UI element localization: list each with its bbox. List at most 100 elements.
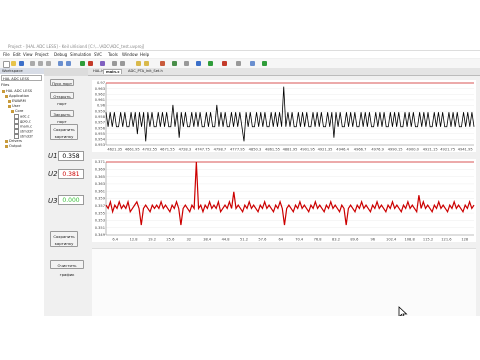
y-tick-label: 0.349 [95,233,106,237]
save-image-button-2[interactable]: Сохранить картинку [50,231,78,247]
breakpoint-icon[interactable] [160,61,165,66]
x-tick-label: 4966.7 [354,148,367,152]
undo-icon[interactable] [58,61,63,66]
y-tick-label: 0.363 [95,182,105,186]
bookmark-next-icon[interactable] [144,61,149,66]
download-icon[interactable] [208,61,213,66]
u1-value: 0.358 [58,151,84,161]
tree-item[interactable]: Drivers [5,139,22,143]
y-tick-label: 0.96 [97,104,106,108]
y-tick-label: 0.961 [95,98,105,102]
side-strip [44,68,88,76]
cut-icon[interactable] [30,61,35,66]
x-tick-label: 4671.55 [160,148,175,152]
x-tick-label: 4798.7 [214,148,227,152]
menu-file[interactable]: File [3,52,10,57]
options-icon[interactable] [236,61,241,66]
u2-label: U2 [48,170,58,178]
y-tick-label: 0.957 [95,121,105,125]
clear-graph-button[interactable]: Очистить график [50,260,84,277]
x-tick-label: 76.8 [314,238,323,242]
debug-icon[interactable] [100,61,105,66]
y-tick-label: 0.958 [95,115,106,119]
menu-debug[interactable]: Debug [54,52,67,57]
y-tick-label: 0.353 [95,219,105,223]
menu-tools[interactable]: Tools [108,52,118,57]
menu-bar: File Edit View Project Debug Simulation … [0,51,480,58]
find-icon[interactable] [112,61,117,66]
replace-icon[interactable] [120,61,125,66]
tree-item[interactable]: HAL ADC LESS [2,89,32,93]
menu-help[interactable]: Help [140,52,149,57]
x-tick-label: 4621.35 [107,148,122,152]
pack-installer-icon[interactable] [262,61,267,66]
x-tick-label: 4861.55 [265,148,280,152]
tree-item[interactable]: Core [11,109,23,113]
save-icon[interactable] [19,61,24,66]
x-tick-label: 4946.4 [336,148,349,152]
workspace-combo[interactable]: HAL ADC LESS [1,75,42,81]
menu-svc[interactable]: SVC [94,52,102,57]
x-tick-label: 64 [279,238,284,242]
stop-icon[interactable] [88,61,93,66]
chart-bottom-svg: 0.371 0.369 0.365 0.363 0.361 0.359 0.357 0.355… [95,160,475,242]
tab-adc-init[interactable]: ADC_PTA_Init_Set.h [126,69,165,73]
oscilloscope-form: Пуск порт Открыть порт Закрыть порт Сохр… [44,76,480,316]
x-tick-label: 25.6 [166,238,175,242]
u2-value: 0.381 [58,169,84,179]
menu-simulation[interactable]: Simulation [70,52,91,57]
series-line [105,161,475,226]
folder-icon [5,94,8,98]
x-tick-label: 4900.0 [406,148,419,152]
y-tick-label: 0.351 [95,226,105,230]
menu-edit[interactable]: Edit [13,52,21,57]
settings-icon[interactable] [184,61,189,66]
y-tick-label: 0.962 [95,92,105,96]
x-tick-label: 19.2 [148,238,156,242]
workspace-panel: Workspace HAL ADC LESS Files HAL ADC LES… [0,68,45,316]
save-image-button[interactable]: Сохранить картинку [50,124,78,140]
folder-icon [8,99,11,103]
menu-view[interactable]: View [23,52,33,57]
x-tick-label: 4777.95 [230,148,245,152]
tree-item[interactable]: User [8,104,20,108]
x-tick-label: 4990.15 [388,148,403,152]
paste-icon[interactable] [46,61,51,66]
y-tick-label: 0.959 [95,109,106,113]
close-port-button[interactable]: Закрыть порт [50,110,74,124]
y-tick-label: 0.357 [95,204,105,208]
folder-icon [5,139,8,143]
run-icon[interactable] [172,61,177,66]
start-button[interactable]: Пуск порт [50,79,74,86]
x-tick-label: 89.6 [350,238,359,242]
chart-bottom: 0.371 0.369 0.365 0.363 0.361 0.359 0.357 0.355… [92,159,476,242]
mouse-cursor-icon [398,306,408,316]
tab-main-c[interactable]: main.c [103,69,123,74]
menu-project[interactable]: Project [35,52,49,57]
open-port-button[interactable]: Открыть порт [50,92,74,106]
bookmark-icon[interactable] [136,61,141,66]
open-folder-icon[interactable] [11,61,16,66]
x-tick-label: 4901.95 [300,148,315,152]
chart-empty-area [92,248,476,316]
x-tick-label: 83.2 [332,238,340,242]
tree-item[interactable]: Application [5,94,29,98]
copy-icon[interactable] [38,61,43,66]
y-tick-label: 0.355 [95,211,105,215]
tree-item[interactable]: Output [5,144,21,148]
window-icon[interactable] [196,61,201,66]
erase-icon[interactable] [222,61,227,66]
tree-item[interactable]: EWARM [8,99,26,103]
x-tick-label: 4976.9 [371,148,384,152]
x-tick-label: 102.4 [386,238,397,242]
redo-icon[interactable] [66,61,71,66]
title-bar: Project - [HAL ADC LESS] - Keil uVision4… [0,43,480,51]
x-tick-label: 4747.75 [195,148,210,152]
x-tick-label: 4921.75 [440,148,455,152]
y-tick-label: 0.97 [97,81,105,85]
new-file-icon[interactable] [3,61,10,68]
manage-icon[interactable] [250,61,255,66]
menu-window[interactable]: Window [122,52,138,57]
build-icon[interactable] [80,61,85,66]
x-tick-label: 70.4 [295,238,304,242]
